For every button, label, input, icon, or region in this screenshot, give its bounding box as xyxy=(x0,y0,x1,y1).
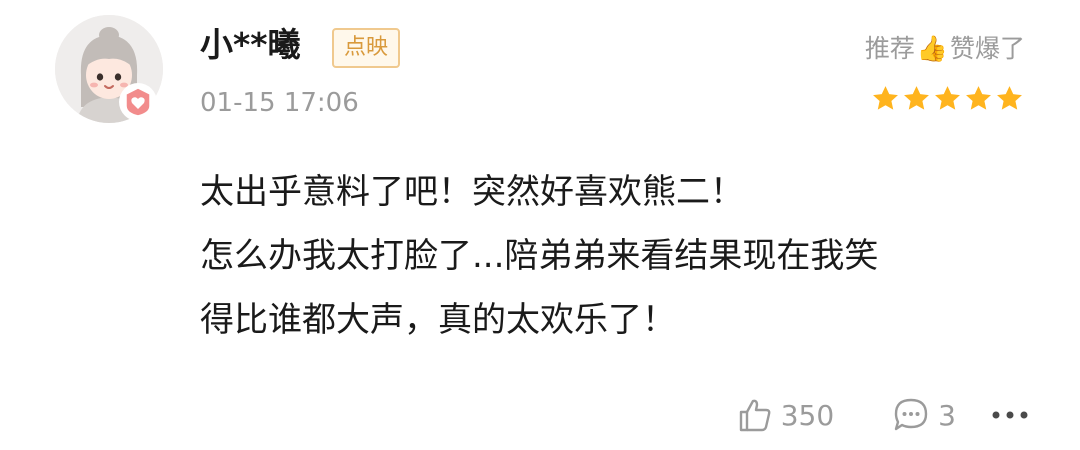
rating-text-after: 赞爆了 xyxy=(949,34,1025,63)
content-line: 太出乎意料了吧！突然好喜欢熊二！ xyxy=(200,172,744,212)
screening-tag: 点映 xyxy=(332,28,401,68)
star-rating xyxy=(871,84,1024,113)
thumbs-up-icon xyxy=(737,397,773,433)
star-icon xyxy=(871,84,900,113)
like-button[interactable]: 350 xyxy=(737,397,834,433)
content-line: 得比谁都大声，真的太欢乐了！ xyxy=(200,300,676,340)
timestamp: 01-15 17:06 xyxy=(200,88,359,118)
comment-actions: 350 3 xyxy=(737,392,1030,438)
username[interactable]: 小**曦 xyxy=(200,22,301,68)
content-line: 怎么办我太打脸了...陪弟弟来看结果现在我笑 xyxy=(200,236,879,276)
reply-count: 3 xyxy=(938,398,956,432)
heart-badge-icon xyxy=(119,83,157,121)
comment-card: 小**曦 点映 01-15 17:06 推荐 👍 赞爆了 太出乎意料了吧！突然好… xyxy=(0,0,1080,450)
star-icon xyxy=(964,84,993,113)
rating-label: 推荐 👍 赞爆了 xyxy=(865,32,1025,66)
star-icon xyxy=(902,84,931,113)
reply-button[interactable]: 3 xyxy=(892,396,956,434)
comment-bubble-icon xyxy=(892,396,930,434)
thumbs-up-emoji-icon: 👍 xyxy=(916,34,948,63)
more-dots-icon xyxy=(990,409,1030,421)
star-icon xyxy=(995,84,1024,113)
rating-text-before: 推荐 xyxy=(864,34,915,63)
avatar-container[interactable] xyxy=(55,15,163,123)
like-count: 350 xyxy=(780,398,835,432)
more-button[interactable] xyxy=(990,409,1030,421)
comment-content: 太出乎意料了吧！突然好喜欢熊二！ 怎么办我太打脸了...陪弟弟来看结果现在我笑 … xyxy=(200,160,1040,352)
star-icon xyxy=(933,84,962,113)
